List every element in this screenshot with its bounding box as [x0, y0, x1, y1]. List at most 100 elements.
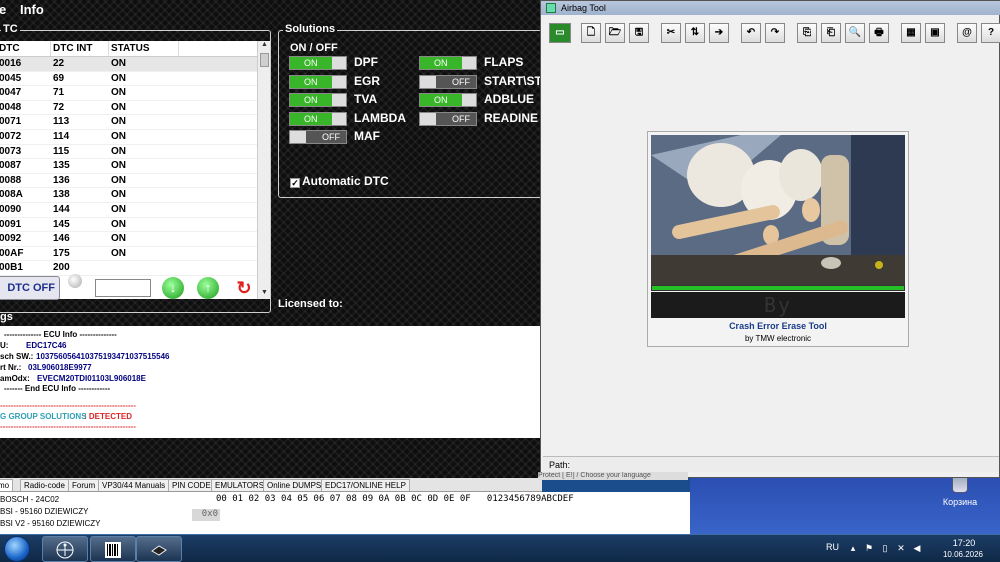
tab-vp30-44-manuals[interactable]: VP30/44 Manuals: [98, 479, 170, 491]
clock-date[interactable]: 10.06.2026: [938, 550, 988, 559]
status-column-header[interactable]: STATUS: [109, 41, 179, 56]
dtc-table-row[interactable]: 0088 136 ON: [0, 174, 264, 189]
solution-label: READINE: [484, 110, 539, 125]
dtc-column-header[interactable]: DTC: [0, 41, 51, 56]
tab-edc17-online-help[interactable]: EDC17/ONLINE HELP: [321, 479, 410, 491]
device-list-item[interactable]: BSI - 95160 DZIEWICZY: [0, 507, 88, 516]
toggle-adblue[interactable]: ON: [419, 93, 477, 107]
tab-emulators[interactable]: EMULATORS: [211, 479, 269, 491]
dtc-table-row[interactable]: 0016 22 ON: [0, 57, 264, 72]
arrow-up-icon[interactable]: ↑: [197, 277, 219, 299]
dtc-table-row[interactable]: 0087 135 ON: [0, 159, 264, 174]
new-icon[interactable]: 🗋: [581, 23, 601, 43]
dtc-int-column-header[interactable]: DTC INT: [51, 41, 109, 56]
toggle-readine[interactable]: OFF: [419, 111, 477, 126]
log-panel[interactable]: -------------- ECU Info -------------- U…: [0, 326, 540, 438]
menu-item-info[interactable]: Info: [20, 2, 44, 17]
dtc-code-cell: 0048: [0, 101, 22, 113]
dtc-table-row[interactable]: 0091 145 ON: [0, 218, 264, 233]
dtc-scrollbar[interactable]: ▲ ▼: [257, 41, 270, 299]
redo-icon[interactable]: ↷: [765, 23, 785, 43]
network-icon[interactable]: ✕: [896, 543, 906, 553]
taskbar-app-vitruvian[interactable]: [42, 536, 88, 562]
dtc-code-input[interactable]: [95, 279, 151, 297]
toggle-startst[interactable]: OFF: [419, 74, 477, 89]
path-status-bar: Path:: [543, 456, 999, 472]
language-indicator[interactable]: RU: [826, 542, 839, 552]
solution-label: FLAPS: [484, 55, 524, 69]
toggle-state: ON: [304, 58, 318, 68]
dtc-table-row[interactable]: 0073 115 ON: [0, 145, 264, 160]
export-icon[interactable]: ⎘: [797, 23, 817, 43]
cut-icon[interactable]: ✂: [661, 23, 681, 43]
about-icon[interactable]: @: [957, 23, 977, 43]
exit-icon[interactable]: ➔: [709, 23, 729, 43]
tray-expand-icon[interactable]: ▴: [848, 543, 858, 553]
dtc-int-cell: 200: [53, 262, 70, 274]
dtc-table-row[interactable]: 00B1 200: [0, 261, 264, 276]
hex-editor[interactable]: 00 01 02 03 04 05 06 07 08 09 0A 0B 0C 0…: [192, 492, 690, 534]
dtc-table-row[interactable]: 0047 71 ON: [0, 86, 264, 101]
tab-radio-code[interactable]: Radio-code: [20, 479, 69, 491]
help-icon[interactable]: ?: [981, 23, 1000, 43]
dtc-table[interactable]: DTC DTC INT STATUS 0016 22 ON 0045 69 ON 0047 7…: [0, 41, 264, 299]
tab-forum[interactable]: Forum: [68, 479, 100, 491]
device-icon[interactable]: ▯: [880, 543, 890, 553]
taskbar-app-barcode[interactable]: [90, 536, 136, 562]
device-list[interactable]: BOSCH - 24C02 BSI - 95160 DZIEWICZY BSI V2…: [0, 492, 210, 534]
dtc-table-row[interactable]: 0048 72 ON: [0, 101, 264, 116]
tab-pin-code[interactable]: PIN CODE: [168, 479, 215, 491]
print-icon[interactable]: 🖶: [869, 23, 889, 43]
dtc-table-header: DTC DTC INT STATUS: [0, 41, 264, 57]
toggle-lambda[interactable]: ON: [289, 111, 347, 126]
start-button[interactable]: [4, 536, 30, 562]
clock-time[interactable]: 17:20: [942, 538, 986, 548]
toggle-flaps[interactable]: ON: [419, 56, 477, 70]
save-icon[interactable]: 🖫: [629, 23, 649, 43]
dtc-code-cell: 0073: [0, 145, 22, 157]
status-cell: ON: [111, 145, 126, 157]
transfer-icon[interactable]: ⇅: [685, 23, 705, 43]
toggle-maf[interactable]: OFF: [289, 130, 347, 144]
calculator-icon[interactable]: ▦: [901, 23, 921, 43]
device-list-item[interactable]: BOSCH - 24C02: [0, 495, 59, 504]
tab-online-dumps[interactable]: Online DUMPS: [263, 479, 326, 491]
bottom-tab-strip: mo Radio-code Forum VP30/44 Manuals PIN CODE…: [0, 478, 542, 492]
open-icon[interactable]: 🗁: [605, 23, 625, 43]
refresh-icon[interactable]: ↻: [233, 277, 255, 299]
dtc-off-button[interactable]: DTC OFF: [0, 276, 60, 300]
recycle-bin-label: Корзина: [942, 497, 978, 507]
dtc-table-row[interactable]: 0045 69 ON: [0, 72, 264, 87]
volume-icon[interactable]: ◀: [912, 543, 922, 553]
automatic-dtc-checkbox[interactable]: ✓ Automatic DTC: [290, 174, 389, 188]
recycle-bin[interactable]: Корзина: [935, 475, 985, 507]
dtc-table-row[interactable]: 0072 114 ON: [0, 130, 264, 145]
status-cell: [109, 261, 179, 275]
chip-icon[interactable]: ▣: [925, 23, 945, 43]
find-icon[interactable]: 🔍: [845, 23, 865, 43]
scroll-thumb[interactable]: [260, 53, 269, 67]
title-bar[interactable]: Airbag Tool: [541, 1, 1000, 15]
undo-icon[interactable]: ↶: [741, 23, 761, 43]
calc-icon[interactable]: ▭: [549, 23, 571, 43]
dtc-table-row[interactable]: 008A 138 ON: [0, 188, 264, 203]
flag-icon[interactable]: ⚑: [864, 543, 874, 553]
dtc-table-row[interactable]: 0092 146 ON: [0, 232, 264, 247]
dtc-int-cell: 113: [53, 116, 70, 128]
dtc-table-row[interactable]: 00AF 175 ON: [0, 247, 264, 262]
device-list-item[interactable]: BSI V2 - 95160 DZIEWICZY: [0, 519, 100, 528]
arrow-down-icon[interactable]: ↓: [162, 277, 184, 299]
scroll-down-arrow-icon[interactable]: ▼: [258, 289, 271, 299]
scroll-up-arrow-icon[interactable]: ▲: [258, 41, 271, 51]
toggle-egr[interactable]: ON: [289, 74, 347, 89]
menu-item-file[interactable]: e: [0, 2, 6, 17]
solutions-title: Solutions: [283, 23, 338, 35]
toggle-tva[interactable]: ON: [289, 93, 347, 107]
tab-mo[interactable]: mo: [0, 479, 14, 491]
dtc-table-row[interactable]: 0090 144 ON: [0, 203, 264, 218]
toggle-dpf[interactable]: ON: [289, 56, 347, 70]
dtc-table-row[interactable]: 0071 113 ON: [0, 115, 264, 130]
status-cell: ON: [111, 174, 126, 186]
import-icon[interactable]: ⎗: [821, 23, 841, 43]
taskbar-app-chip[interactable]: [136, 536, 182, 562]
